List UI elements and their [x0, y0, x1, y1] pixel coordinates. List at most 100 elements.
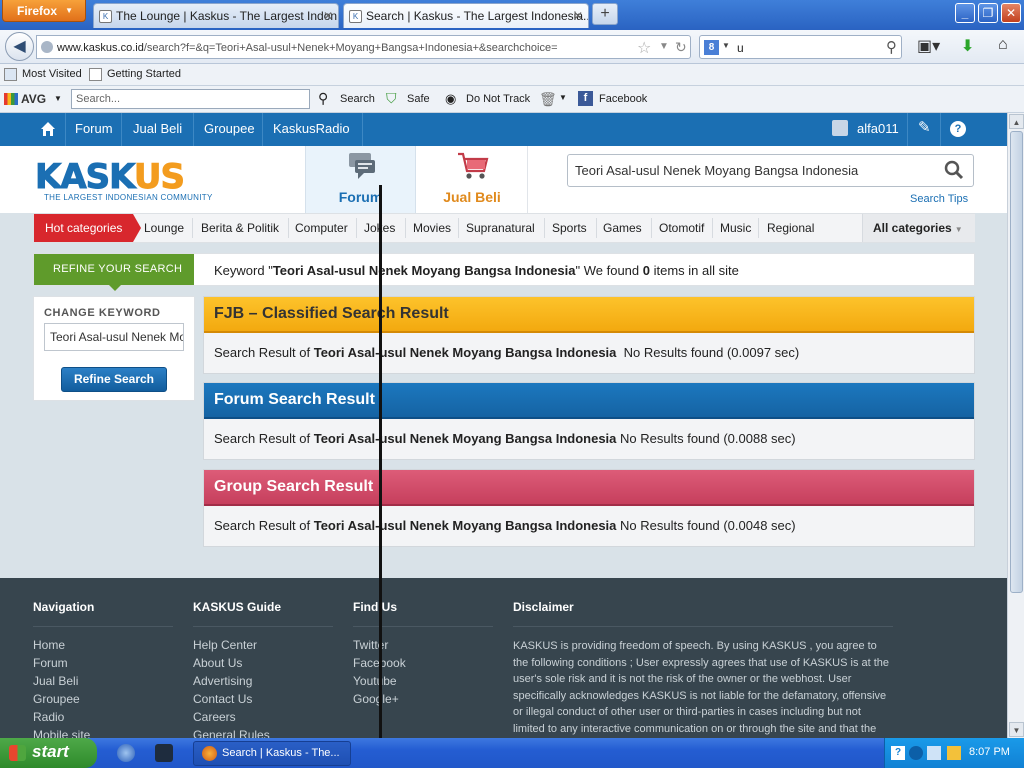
close-tab-icon[interactable]: ✕: [323, 9, 333, 23]
avg-do-not-track[interactable]: ◉ Do Not Track: [445, 91, 530, 106]
username-link[interactable]: alfa011: [857, 121, 899, 136]
chevron-down-icon[interactable]: ▼: [54, 94, 62, 103]
avatar[interactable]: [832, 120, 848, 136]
firefox-menu-button[interactable]: Firefox ▼: [2, 0, 86, 22]
browser-search-input[interactable]: u: [737, 41, 744, 55]
topbar-link-kaskusradio[interactable]: KaskusRadio: [273, 121, 350, 136]
category-computer[interactable]: Computer: [295, 221, 348, 235]
google-search-engine-icon[interactable]: 8: [704, 40, 719, 55]
bookmarks-menu-icon[interactable]: ▣▾: [917, 36, 940, 56]
footer-link-youtube[interactable]: Youtube: [353, 674, 397, 688]
help-icon[interactable]: ?: [950, 121, 966, 137]
help-icon[interactable]: ?: [891, 746, 905, 760]
tray-arrow-icon[interactable]: [909, 746, 923, 760]
close-window-button[interactable]: ✕: [1001, 3, 1021, 23]
refine-search-button[interactable]: Refine Search: [61, 367, 167, 392]
scroll-up-icon[interactable]: ▲: [1009, 114, 1024, 129]
download-icon[interactable]: ⬇: [961, 36, 974, 56]
chevron-down-icon[interactable]: ▼: [559, 93, 567, 102]
trash-icon[interactable]: 🗑: [539, 91, 557, 108]
category-movies[interactable]: Movies: [413, 221, 451, 235]
hub-forum-label: Forum: [338, 189, 383, 205]
minimize-window-button[interactable]: _: [955, 3, 975, 23]
back-button[interactable]: ◀: [5, 32, 34, 61]
footer-link-advertising[interactable]: Advertising: [193, 674, 252, 688]
network-icon[interactable]: [927, 746, 941, 760]
quicklaunch-browser-icon[interactable]: [117, 744, 135, 762]
category-lounge[interactable]: Lounge: [144, 221, 184, 235]
scroll-down-icon[interactable]: ▼: [1009, 722, 1024, 737]
fjb-result-text: Search Result of Teori Asal-usul Nenek M…: [214, 345, 799, 360]
found-suffix: items in all site: [649, 263, 739, 278]
avg-search-button[interactable]: ⚲ Search: [318, 90, 375, 106]
warning-icon[interactable]: [947, 746, 961, 760]
footer-link-careers[interactable]: Careers: [193, 710, 236, 724]
footer-link-mobile-site[interactable]: Mobile site: [33, 728, 90, 738]
category-games[interactable]: Games: [603, 221, 642, 235]
footer-link-general-rules[interactable]: General Rules: [193, 728, 270, 738]
footer-link-home[interactable]: Home: [33, 638, 65, 652]
footer-link-twitter[interactable]: Twitter: [353, 638, 388, 652]
page-scrollbar[interactable]: ▲ ▼: [1007, 113, 1024, 738]
avg-search-input[interactable]: Search...: [71, 89, 310, 109]
browser-search-bar[interactable]: 8 ▼ u ⚲: [699, 35, 902, 59]
topbar-link-forum[interactable]: Forum: [75, 121, 113, 136]
category-sports[interactable]: Sports: [552, 221, 587, 235]
bookmark-most-visited[interactable]: Most Visited: [4, 68, 82, 81]
home-icon[interactable]: [40, 121, 56, 137]
browser-tab-search[interactable]: K Search | Kaskus - The Largest Indonesi…: [343, 3, 589, 28]
hub-jual-beli[interactable]: Jual Beli: [417, 146, 528, 213]
footer-link-help-center[interactable]: Help Center: [193, 638, 257, 652]
hot-categories-tab[interactable]: Hot categories: [34, 214, 141, 242]
category-berita-politik[interactable]: Berita & Politik: [201, 221, 279, 235]
footer-link-google-plus[interactable]: Google+: [353, 692, 399, 706]
new-tab-button[interactable]: +: [592, 3, 618, 25]
hub-forum[interactable]: Forum: [305, 146, 416, 213]
footer-link-groupee[interactable]: Groupee: [33, 692, 80, 706]
avg-safe-indicator[interactable]: ⛉ Safe: [386, 90, 430, 106]
footer-link-radio[interactable]: Radio: [33, 710, 64, 724]
result-status: No Results found (0.0088 sec): [616, 431, 796, 446]
bookmark-star-icon[interactable]: ☆: [637, 38, 651, 58]
kaskus-logo[interactable]: KASKUS THE LARGEST INDONESIAN COMMUNITY: [35, 160, 215, 203]
pencil-icon[interactable]: ✎: [918, 118, 931, 136]
all-categories-dropdown[interactable]: All categories ▼: [862, 214, 975, 242]
browser-tab-lounge[interactable]: K The Lounge | Kaskus - The Largest Indo…: [93, 3, 339, 28]
restore-window-button[interactable]: ❐: [978, 3, 998, 23]
change-keyword-input[interactable]: Teori Asal-usul Nenek Moyang Bangsa Indo…: [44, 323, 184, 351]
bookmark-getting-started[interactable]: Getting Started: [89, 68, 181, 81]
kaskus-search-input[interactable]: Teori Asal-usul Nenek Moyang Bangsa Indo…: [575, 163, 858, 178]
close-tab-icon[interactable]: ✕: [573, 9, 583, 23]
home-icon[interactable]: ⌂: [998, 36, 1008, 54]
chevron-down-icon[interactable]: ▼: [659, 41, 669, 52]
avg-facebook-button[interactable]: f Facebook: [578, 91, 647, 106]
category-otomotif[interactable]: Otomotif: [659, 221, 704, 235]
topbar-link-groupee[interactable]: Groupee: [204, 121, 255, 136]
result-prefix: Search Result of: [214, 518, 314, 533]
search-icon[interactable]: ⚲: [886, 38, 897, 56]
scrollbar-thumb[interactable]: [1010, 131, 1023, 593]
topbar-link-jual-beli[interactable]: Jual Beli: [133, 121, 182, 136]
footer-link-contact-us[interactable]: Contact Us: [193, 692, 252, 706]
url-bar[interactable]: www.kaskus.co.id/search?f=&q=Teori+Asal-…: [36, 35, 691, 59]
avg-logo[interactable]: AVG: [4, 92, 46, 106]
taskbar-item-firefox[interactable]: Search | Kaskus - The...: [193, 741, 351, 766]
start-button[interactable]: start: [0, 738, 97, 768]
category-supranatural[interactable]: Supranatural: [466, 221, 535, 235]
found-prefix: " We found: [575, 263, 643, 278]
start-label: start: [32, 742, 69, 761]
category-music[interactable]: Music: [720, 221, 751, 235]
category-regional[interactable]: Regional: [767, 221, 814, 235]
footer-link-about-us[interactable]: About Us: [193, 656, 242, 670]
footer-link-forum[interactable]: Forum: [33, 656, 68, 670]
footer-heading: KASKUS Guide: [193, 600, 282, 614]
refine-your-search-tab[interactable]: REFINE YOUR SEARCH: [34, 254, 194, 291]
kaskus-search-box[interactable]: Teori Asal-usul Nenek Moyang Bangsa Indo…: [567, 154, 974, 187]
quicklaunch-app-icon[interactable]: [155, 744, 173, 762]
chevron-down-icon[interactable]: ▼: [722, 41, 730, 50]
divider: [907, 113, 908, 146]
search-tips-link[interactable]: Search Tips: [910, 193, 968, 205]
reload-icon[interactable]: ↻: [675, 39, 687, 56]
search-icon[interactable]: [944, 160, 964, 180]
footer-link-jual-beli[interactable]: Jual Beli: [33, 674, 78, 688]
